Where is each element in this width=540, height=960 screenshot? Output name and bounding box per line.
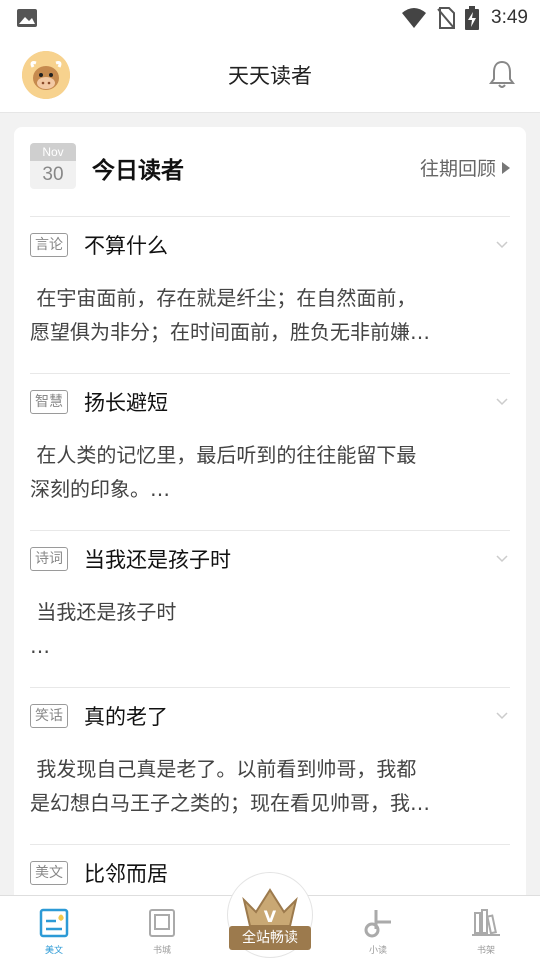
tab-label: 美文 — [44, 946, 63, 956]
category-tag: 智慧 — [30, 390, 68, 414]
battery-charging-icon — [465, 6, 480, 30]
bookshelf-icon — [472, 909, 500, 936]
article-title: 比邻而居 — [84, 862, 168, 886]
article-title: 扬长避短 — [84, 391, 168, 415]
chevron-down-icon[interactable] — [496, 239, 508, 251]
date-badge: Nov 30 — [30, 143, 76, 189]
article-title: 当我还是孩子时 — [84, 548, 231, 572]
chevron-down-icon[interactable] — [496, 710, 508, 722]
date-day: 30 — [42, 164, 64, 185]
triangle-right-icon — [502, 161, 510, 174]
app-title: 天天读者 — [228, 64, 312, 88]
tab-bookshelf[interactable]: 书架 — [432, 896, 540, 960]
article-excerpt: 在宇宙面前，存在就是纤尘；在自然面前， 愿望俱为非分；在时间面前，胜负无非前嫌… — [30, 286, 430, 344]
list-item[interactable]: 言论 不算什么 在宇宙面前，存在就是纤尘；在自然面前， 愿望俱为非分；在时间面前… — [30, 217, 510, 374]
bookstore-icon — [149, 909, 175, 937]
center-button-label: 全站畅读 — [229, 926, 311, 950]
category-tag: 美文 — [30, 861, 68, 885]
chevron-down-icon[interactable] — [496, 553, 508, 565]
tab-articles[interactable]: 美文 — [0, 896, 108, 960]
bell-icon[interactable] — [486, 58, 518, 90]
tab-label: 小读 — [368, 946, 387, 956]
article-excerpt: 在人类的记忆里，最后听到的往往能留下最 深刻的印象。… — [30, 443, 417, 501]
gallery-icon — [17, 9, 37, 27]
archive-label: 往期回顾 — [419, 158, 496, 180]
article-title: 真的老了 — [84, 705, 168, 729]
chevron-down-icon[interactable] — [496, 396, 508, 408]
status-time: 3:49 — [491, 7, 528, 28]
music-note-icon — [364, 910, 391, 938]
archive-link[interactable]: 往期回顾 — [420, 154, 510, 181]
list-item[interactable]: 笑话 真的老了 我发现自己真是老了。以前看到帅哥，我都 是幻想白马王子之类的；现… — [30, 688, 510, 845]
daily-reader-card: Nov 30 今日读者 往期回顾 言论 不算什么 在宇宙面前，存在就是纤尘；在自… — [14, 127, 526, 895]
category-tag: 言论 — [30, 233, 68, 257]
category-tag: 诗词 — [30, 547, 68, 571]
article-title: 不算什么 — [84, 234, 168, 258]
article-excerpt: 我发现自己真是老了。以前看到帅哥，我都 是幻想白马王子之类的；现在看见帅哥，我… — [30, 757, 430, 815]
article-icon — [39, 908, 69, 938]
full-site-read-button[interactable]: V 全站畅读 — [227, 868, 315, 960]
wifi-icon — [402, 8, 427, 28]
tab-listen[interactable]: 小读 — [324, 896, 432, 960]
category-tag: 笑话 — [30, 704, 68, 728]
date-month: Nov — [30, 143, 76, 161]
crown-icon: V — [242, 888, 298, 927]
tab-label: 书城 — [152, 946, 171, 956]
content-area: Nov 30 今日读者 往期回顾 言论 不算什么 在宇宙面前，存在就是纤尘；在自… — [0, 113, 540, 895]
app-bar: 天天读者 — [0, 36, 540, 113]
tab-label: 书架 — [476, 946, 495, 956]
status-bar: 3:49 — [0, 0, 540, 36]
list-item[interactable]: 诗词 当我还是孩子时 当我还是孩子时 … — [30, 531, 510, 688]
svg-text:V: V — [264, 907, 277, 926]
article-excerpt: 当我还是孩子时 … — [30, 600, 177, 658]
no-sim-icon — [437, 7, 456, 29]
card-header: Nov 30 今日读者 往期回顾 — [30, 127, 510, 217]
tab-bookstore[interactable]: 书城 — [108, 896, 216, 960]
list-item[interactable]: 智慧 扬长避短 在人类的记忆里，最后听到的往往能留下最 深刻的印象。… — [30, 374, 510, 531]
section-title: 今日读者 — [92, 158, 184, 184]
